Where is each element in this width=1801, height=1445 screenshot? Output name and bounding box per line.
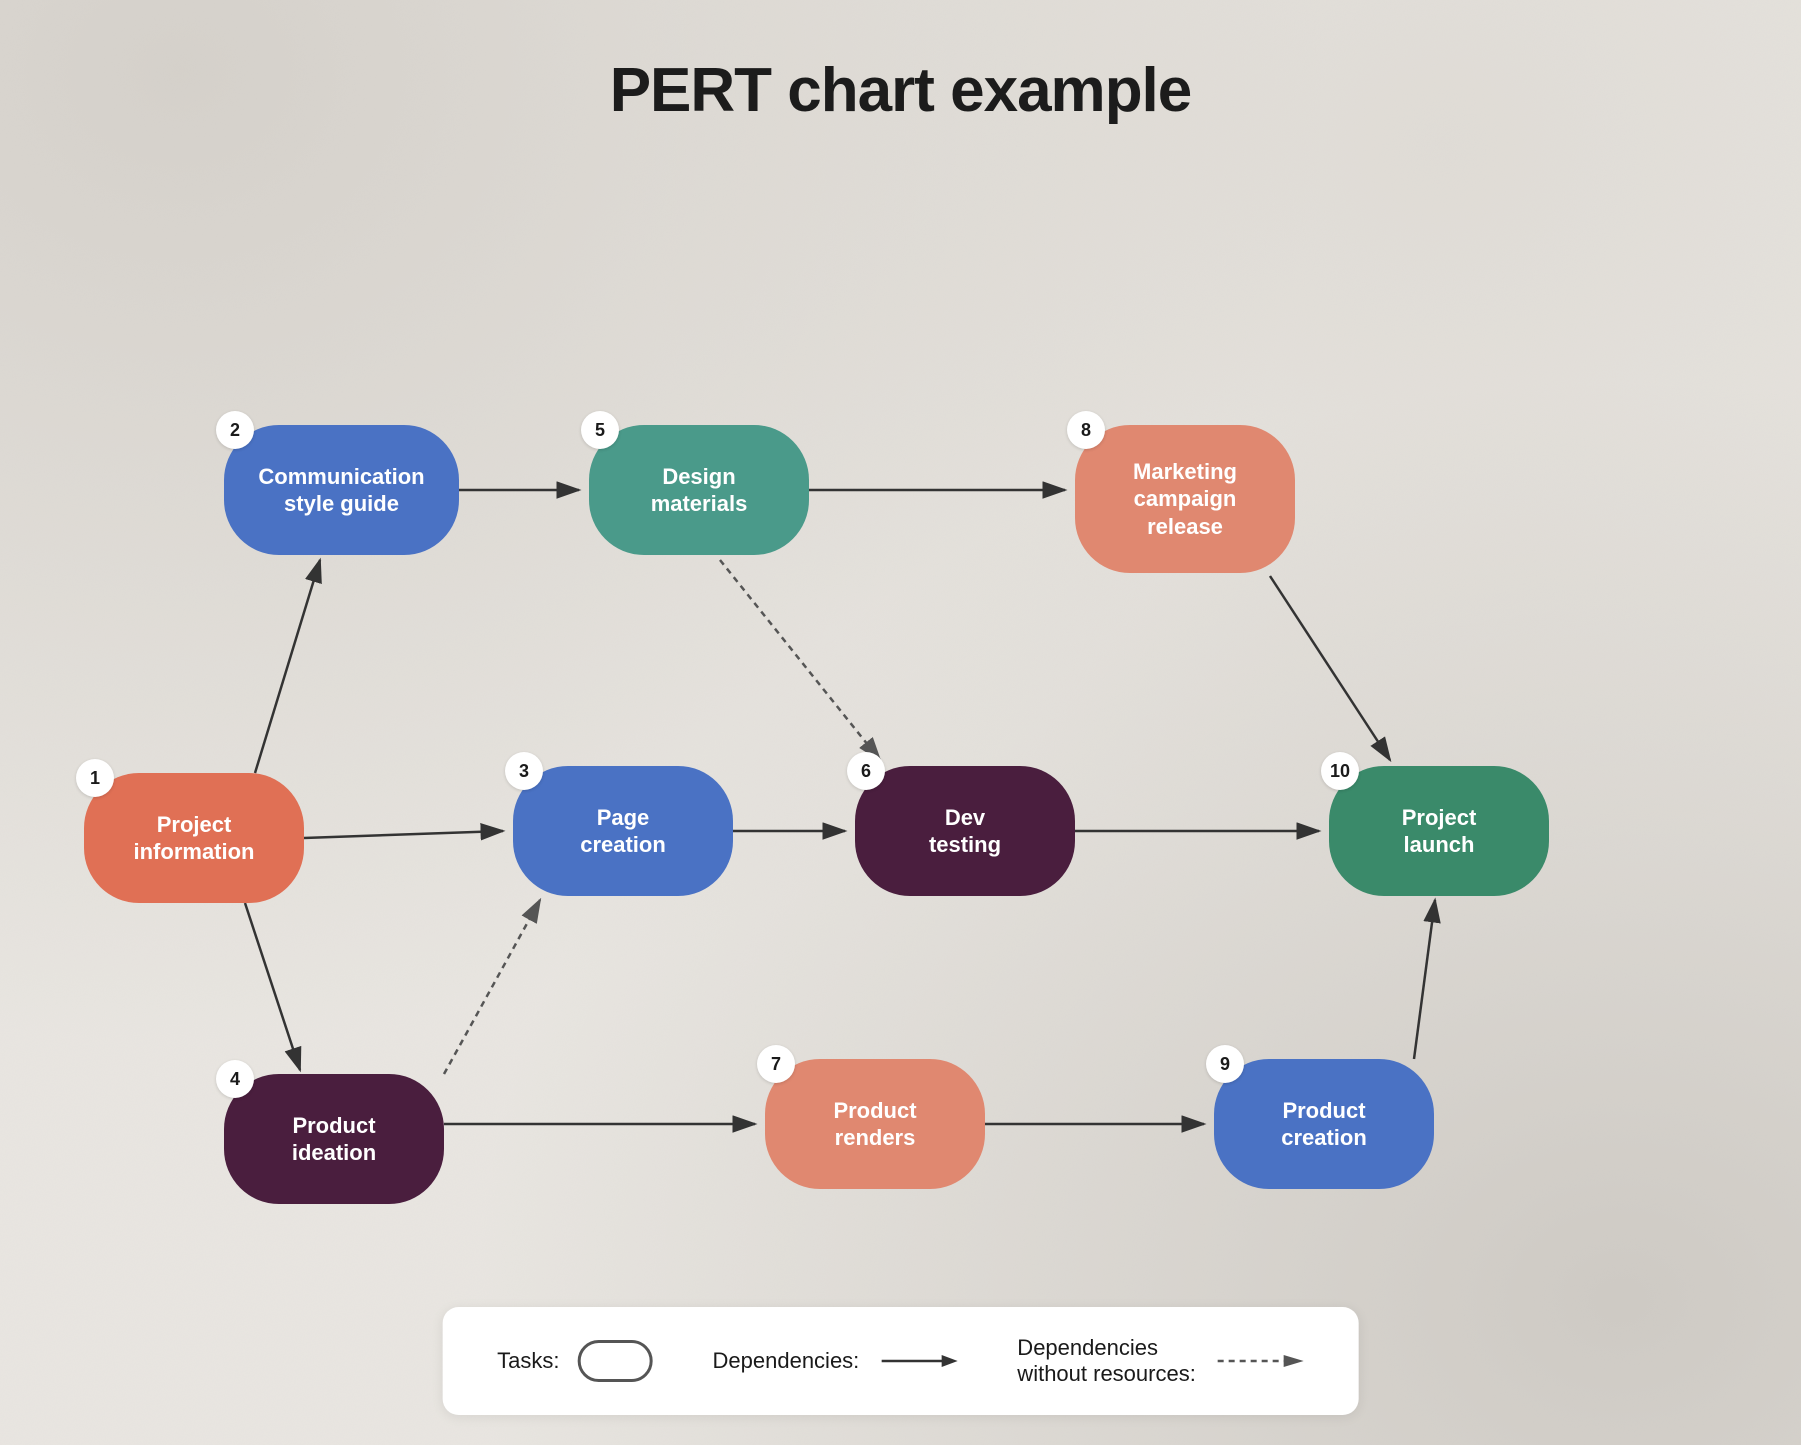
node-label-8: Marketing campaign release [1133,458,1237,541]
node-9: 9Product creation [1214,1059,1434,1189]
node-label-1: Project information [134,811,255,866]
node-number-1: 1 [76,759,114,797]
legend-task-shape [578,1340,653,1382]
node-label-9: Product creation [1281,1097,1367,1152]
node-box-10: 10Project launch [1329,766,1549,896]
node-number-7: 7 [757,1045,795,1083]
node-4: 4Product ideation [224,1074,444,1204]
node-box-8: 8Marketing campaign release [1075,425,1295,573]
node-5: 5Design materials [589,425,809,555]
node-1: 1Project information [84,773,304,903]
node-number-9: 9 [1206,1045,1244,1083]
legend-dependencies-label: Dependencies: [713,1348,860,1374]
node-number-10: 10 [1321,752,1359,790]
node-number-4: 4 [216,1060,254,1098]
node-box-1: 1Project information [84,773,304,903]
page-title: PERT chart example [0,0,1801,126]
node-7: 7Product renders [765,1059,985,1189]
node-8: 8Marketing campaign release [1075,425,1295,573]
node-label-3: Page creation [580,804,666,859]
node-box-2: 2Communication style guide [224,425,459,555]
node-label-10: Project launch [1402,804,1477,859]
legend-tasks: Tasks: [497,1340,652,1382]
node-label-2: Communication style guide [258,463,424,518]
node-10: 10Project launch [1329,766,1549,896]
chart-area: 1Project information2Communication style… [0,170,1801,1245]
node-label-4: Product ideation [292,1112,376,1167]
node-box-9: 9Product creation [1214,1059,1434,1189]
node-box-3: 3Page creation [513,766,733,896]
node-3: 3Page creation [513,766,733,896]
node-6: 6Dev testing [855,766,1075,896]
legend-dependencies: Dependencies: [713,1348,958,1374]
node-number-8: 8 [1067,411,1105,449]
legend-arrow-dotted-icon [1214,1349,1304,1373]
legend: Tasks: Dependencies: Dependencies withou… [442,1307,1359,1415]
node-label-5: Design materials [651,463,748,518]
node-number-5: 5 [581,411,619,449]
node-label-7: Product renders [833,1097,916,1152]
node-number-6: 6 [847,752,885,790]
node-2: 2Communication style guide [224,425,459,555]
node-box-6: 6Dev testing [855,766,1075,896]
legend-tasks-label: Tasks: [497,1348,559,1374]
legend-dependencies-no-resources: Dependencies without resources: [1017,1335,1304,1387]
node-label-6: Dev testing [929,804,1001,859]
node-box-7: 7Product renders [765,1059,985,1189]
node-number-2: 2 [216,411,254,449]
node-number-3: 3 [505,752,543,790]
legend-arrow-solid-icon [877,1349,957,1373]
node-box-4: 4Product ideation [224,1074,444,1204]
node-box-5: 5Design materials [589,425,809,555]
